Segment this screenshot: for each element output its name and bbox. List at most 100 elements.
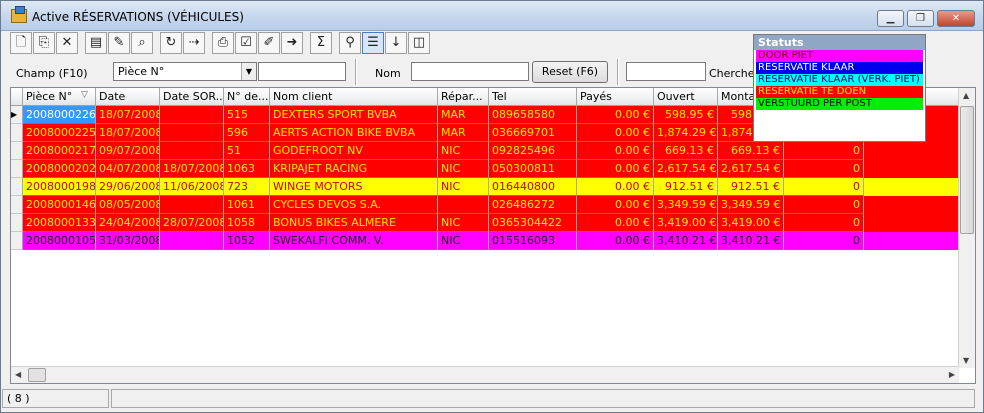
table-row[interactable]: 2008000217 09/07/2008 51 GODEFROOT NV NIC 092… [11,142,959,160]
table-cell-ouvert[interactable]: 3,410.21 € [654,232,718,250]
reset-button[interactable]: Reset (F6) [532,61,608,83]
table-cell-extra[interactable]: 0 [784,178,864,196]
table-cell-repar[interactable]: NIC [438,178,489,196]
table-cell-montant[interactable]: 2,617.54 € [718,160,784,178]
table-cell-tel[interactable]: 089658580 [489,106,577,124]
table-row[interactable]: 2008000202 04/07/2008 18/07/2008 1063 KRIPAJ… [11,160,959,178]
table-cell-date-sortie[interactable] [160,124,224,142]
sum-icon[interactable]: Σ [310,32,332,54]
table-cell-tel[interactable]: 050300811 [489,160,577,178]
table-cell-numero[interactable]: 723 [224,178,270,196]
chevron-down-icon[interactable]: ▼ [241,63,256,80]
table-cell-client[interactable]: WINGE MOTORS [270,178,438,196]
table-cell-numero[interactable]: 1061 [224,196,270,214]
table-cell-payes[interactable]: 0.00 € [577,106,654,124]
table-cell-date[interactable]: 09/07/2008 [96,142,160,160]
table-cell-tel[interactable]: 015516093 [489,232,577,250]
sort-az-icon[interactable]: ↓ [385,32,407,54]
table-cell-ouvert[interactable]: 3,349.59 € [654,196,718,214]
table-cell-date[interactable]: 29/06/2008 [96,178,160,196]
table-cell-date[interactable]: 18/07/2008 [96,106,160,124]
table-cell-client[interactable]: DEXTERS SPORT BVBA [270,106,438,124]
table-cell-piece[interactable]: 2008000198 [23,178,96,196]
check-icon[interactable]: ☑ [235,32,257,54]
scroll-left-icon[interactable]: ◀ [15,370,21,379]
table-cell-numero[interactable]: 515 [224,106,270,124]
table-cell-date[interactable]: 04/07/2008 [96,160,160,178]
table-cell-montant[interactable]: 912.51 € [718,178,784,196]
table-cell-tel[interactable]: 092825496 [489,142,577,160]
binoculars-icon[interactable]: ⌕ [131,32,153,54]
table-cell-ouvert[interactable]: 598.95 € [654,106,718,124]
table-cell-date-sortie[interactable] [160,196,224,214]
table-cell-payes[interactable]: 0.00 € [577,232,654,250]
horizontal-scroll-thumb[interactable] [28,368,46,382]
table-cell-date-sortie[interactable]: 28/07/2008 [160,214,224,232]
sort-indicator-icon[interactable]: ▽ [81,90,88,100]
table-cell-repar[interactable]: NIC [438,160,489,178]
pen-icon[interactable]: ✎ [108,32,130,54]
table-cell-piece[interactable]: 2008000226 [23,106,96,124]
table-cell-repar[interactable]: MAR [438,106,489,124]
table-cell-montant[interactable]: 669.13 € [718,142,784,160]
table-cell-ouvert[interactable]: 2,617.54 € [654,160,718,178]
table-cell-date-sortie[interactable]: 18/07/2008 [160,160,224,178]
table-cell-montant[interactable]: 3,410.21 € [718,232,784,250]
table-cell-payes[interactable]: 0.00 € [577,124,654,142]
table-cell-client[interactable]: GODEFROOT NV [270,142,438,160]
edit-document-icon[interactable]: ✐ [258,32,280,54]
table-cell-client[interactable]: AERTS ACTION BIKE BVBA [270,124,438,142]
row-indicator[interactable] [11,232,23,250]
transfer-icon[interactable]: ⇢ [183,32,205,54]
table-cell-ouvert[interactable]: 1,874.29 € [654,124,718,142]
copy-document-icon[interactable]: ⎘ [33,32,55,54]
scroll-right-icon[interactable]: ▶ [949,370,955,379]
vertical-scrollbar[interactable]: ▲ ▼ [958,88,975,368]
new-document-icon[interactable]: 🗋 [10,32,32,54]
table-cell-date-sortie[interactable] [160,232,224,250]
table-row[interactable]: 2008000198 29/06/2008 11/06/2008 723 WINGE M… [11,178,959,196]
table-cell-tel[interactable]: 0365304422 [489,214,577,232]
list-view-icon[interactable]: ☰ [362,32,384,54]
field-select[interactable]: Pièce N° ▼ [113,62,257,81]
print-icon[interactable]: ⎙ [212,32,234,54]
name-input[interactable] [411,62,529,81]
search-key-icon[interactable]: ⚲ [339,32,361,54]
table-cell-ouvert[interactable]: 669.13 € [654,142,718,160]
table-cell-date[interactable]: 18/07/2008 [96,124,160,142]
table-cell-tel[interactable]: 026486272 [489,196,577,214]
column-header[interactable]: Tel [489,88,577,106]
column-header[interactable]: Nom client [270,88,438,106]
table-row[interactable]: 2008000105 31/03/2008 1052 SWEKALFI COMM. V… [11,232,959,250]
table-cell-repar[interactable] [438,196,489,214]
row-indicator[interactable] [11,160,23,178]
column-header[interactable]: Date SOR... [160,88,224,106]
table-cell-date[interactable]: 31/03/2008 [96,232,160,250]
row-indicator[interactable] [11,124,23,142]
table-cell-tel[interactable]: 016440800 [489,178,577,196]
vertical-scroll-thumb[interactable] [960,106,974,234]
table-cell-piece[interactable]: 2008000146 [23,196,96,214]
table-cell-extra[interactable]: 0 [784,196,864,214]
table-cell-repar[interactable]: NIC [438,142,489,160]
properties-icon[interactable]: ▤ [85,32,107,54]
table-cell-ouvert[interactable]: 3,419.00 € [654,214,718,232]
field-value-input[interactable] [258,62,346,81]
table-cell-numero[interactable]: 1063 [224,160,270,178]
table-cell-numero[interactable]: 1058 [224,214,270,232]
table-cell-piece[interactable]: 2008000217 [23,142,96,160]
table-cell-date[interactable]: 08/05/2008 [96,196,160,214]
table-cell-payes[interactable]: 0.00 € [577,178,654,196]
column-header[interactable]: Répar... [438,88,489,106]
row-indicator[interactable] [11,196,23,214]
delete-icon[interactable]: ✕ [56,32,78,54]
minimize-button[interactable]: ▁ [877,10,904,27]
table-cell-date-sortie[interactable]: 11/06/2008 [160,178,224,196]
table-cell-piece[interactable]: 2008000225 [23,124,96,142]
table-cell-payes[interactable]: 0.00 € [577,160,654,178]
table-cell-payes[interactable]: 0.00 € [577,142,654,160]
table-cell-numero[interactable]: 51 [224,142,270,160]
table-cell-date-sortie[interactable] [160,106,224,124]
table-cell-piece[interactable]: 2008000105 [23,232,96,250]
horizontal-scrollbar[interactable]: ◀ ▶ [11,366,959,383]
